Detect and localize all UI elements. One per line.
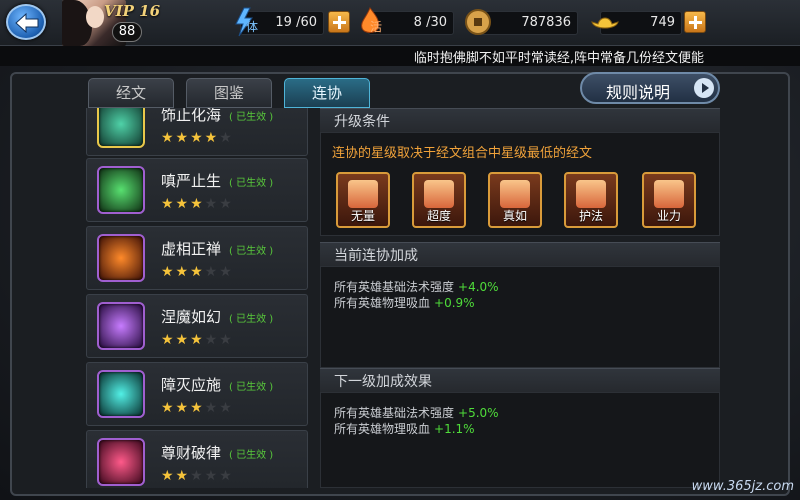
card-label: 真如 xyxy=(502,209,527,223)
item-state: ( 已生效 ) xyxy=(229,314,274,325)
arrow-right-icon xyxy=(694,78,714,98)
top-bar: VIP 16 88 19 /60 体 8 /30 活 787836 749 xyxy=(0,0,800,46)
vitality-char: 活 xyxy=(370,20,383,34)
item-name: 涅魔如幻 xyxy=(161,308,222,326)
coin-icon xyxy=(465,9,491,35)
list-item[interactable]: 嗔严止生 ( 已生效 ) ★★★★★ xyxy=(86,158,308,222)
item-state: ( 已生效 ) xyxy=(229,112,274,123)
scripture-card[interactable]: 超度 xyxy=(412,172,466,228)
list-item[interactable]: 涅魔如幻 ( 已生效 ) ★★★★★ xyxy=(86,294,308,358)
list-item[interactable]: 饰止化海 ( 已生效 ) ★★★★★ xyxy=(86,108,308,156)
tip-bar: 临时抱佛脚不如平时常读经,阵中常备几份经文便能 xyxy=(0,46,800,66)
item-name: 饰止化海 xyxy=(161,108,222,124)
next-bonus-line: 所有英雄物理吸血 +1.1% xyxy=(334,422,475,436)
detail-panel: 升级条件 连协的星级取决于经文组合中星级最低的经文 无量 超度 真如 护法 业力… xyxy=(320,108,720,488)
card-label: 超度 xyxy=(426,209,451,223)
item-state: ( 已生效 ) xyxy=(229,450,274,461)
stamina-value: 19 /60 xyxy=(275,15,317,30)
add-ingot-button[interactable] xyxy=(684,11,706,33)
stamina-char: 体 xyxy=(246,20,259,34)
item-name: 障灭应施 xyxy=(161,376,222,394)
scripture-glyph-icon xyxy=(424,180,454,208)
item-stars: ★★★★★ xyxy=(161,196,234,212)
watermark: www.365jz.com xyxy=(691,479,794,494)
current-bonus-line: 所有英雄基础法术强度 +4.0% xyxy=(334,280,499,294)
item-name: 尊财破律 xyxy=(161,444,222,462)
current-bonus-title: 当前连协加成 xyxy=(334,248,418,264)
item-icon xyxy=(97,370,145,418)
back-arrow-icon xyxy=(15,12,39,34)
item-stars: ★★★★★ xyxy=(161,130,234,146)
scripture-glyph-icon xyxy=(348,180,378,208)
scripture-card[interactable]: 护法 xyxy=(564,172,618,228)
item-icon xyxy=(97,108,145,148)
scripture-glyph-icon xyxy=(500,180,530,208)
rules-button[interactable]: 规则说明 xyxy=(580,72,720,104)
item-name: 嗔严止生 xyxy=(161,172,222,190)
coin-value: 787836 xyxy=(521,15,571,30)
item-stars: ★★★★★ xyxy=(161,332,234,348)
scripture-glyph-icon xyxy=(576,180,606,208)
item-icon xyxy=(97,166,145,214)
gold-ingot-icon xyxy=(591,17,619,29)
current-bonus-line: 所有英雄物理吸血 +0.9% xyxy=(334,296,475,310)
item-icon xyxy=(97,302,145,350)
bonus-value: +4.0% xyxy=(458,280,499,294)
upgrade-description: 连协的星级取决于经文组合中星级最低的经文 xyxy=(332,146,593,161)
card-label: 无量 xyxy=(350,209,375,223)
bonus-value: +1.1% xyxy=(434,422,475,436)
item-state: ( 已生效 ) xyxy=(229,382,274,393)
bonus-value: +5.0% xyxy=(458,406,499,420)
card-label: 业力 xyxy=(656,209,681,223)
upgrade-section-header: 升级条件 xyxy=(320,108,720,132)
next-bonus-line: 所有英雄基础法术强度 +5.0% xyxy=(334,406,499,420)
ingot-value: 749 xyxy=(650,15,675,30)
synergy-list[interactable]: 饰止化海 ( 已生效 ) ★★★★★ 嗔严止生 ( 已生效 ) ★★★★★ 虚相… xyxy=(86,108,308,488)
rules-button-label: 规则说明 xyxy=(606,83,671,102)
list-item[interactable]: 尊财破律 ( 已生效 ) ★★★★★ xyxy=(86,430,308,488)
item-state: ( 已生效 ) xyxy=(229,178,274,189)
tab-synergy[interactable]: 连协 xyxy=(284,78,370,108)
item-icon xyxy=(97,234,145,282)
item-stars: ★★★★★ xyxy=(161,400,234,416)
list-item[interactable]: 障灭应施 ( 已生效 ) ★★★★★ xyxy=(86,362,308,426)
scripture-glyph-icon xyxy=(654,180,684,208)
upgrade-title: 升级条件 xyxy=(334,114,390,130)
scripture-card[interactable]: 业力 xyxy=(642,172,696,228)
vitality-value: 8 /30 xyxy=(413,15,447,30)
back-button[interactable] xyxy=(6,4,46,40)
current-bonus-header: 当前连协加成 xyxy=(320,242,720,266)
item-name: 虚相正禅 xyxy=(161,240,222,258)
add-stamina-button[interactable] xyxy=(328,11,350,33)
item-icon xyxy=(97,438,145,486)
tab-scripture[interactable]: 经文 xyxy=(88,78,174,108)
next-bonus-header: 下一级加成效果 xyxy=(320,368,720,392)
list-item[interactable]: 虚相正禅 ( 已生效 ) ★★★★★ xyxy=(86,226,308,290)
scripture-card[interactable]: 无量 xyxy=(336,172,390,228)
scripture-card[interactable]: 真如 xyxy=(488,172,542,228)
item-state: ( 已生效 ) xyxy=(229,246,274,257)
vip-label: VIP 16 xyxy=(104,2,161,20)
tab-gallery[interactable]: 图鉴 xyxy=(186,78,272,108)
bonus-value: +0.9% xyxy=(434,296,475,310)
item-stars: ★★★★★ xyxy=(161,264,234,280)
tip-text: 临时抱佛脚不如平时常读经,阵中常备几份经文便能 xyxy=(413,51,704,66)
game-screen: VIP 16 88 19 /60 体 8 /30 活 787836 749 临时… xyxy=(0,0,800,500)
next-bonus-title: 下一级加成效果 xyxy=(334,374,432,390)
card-label: 护法 xyxy=(578,209,603,223)
item-stars: ★★★★★ xyxy=(161,468,234,484)
player-level-badge: 88 xyxy=(112,22,142,42)
